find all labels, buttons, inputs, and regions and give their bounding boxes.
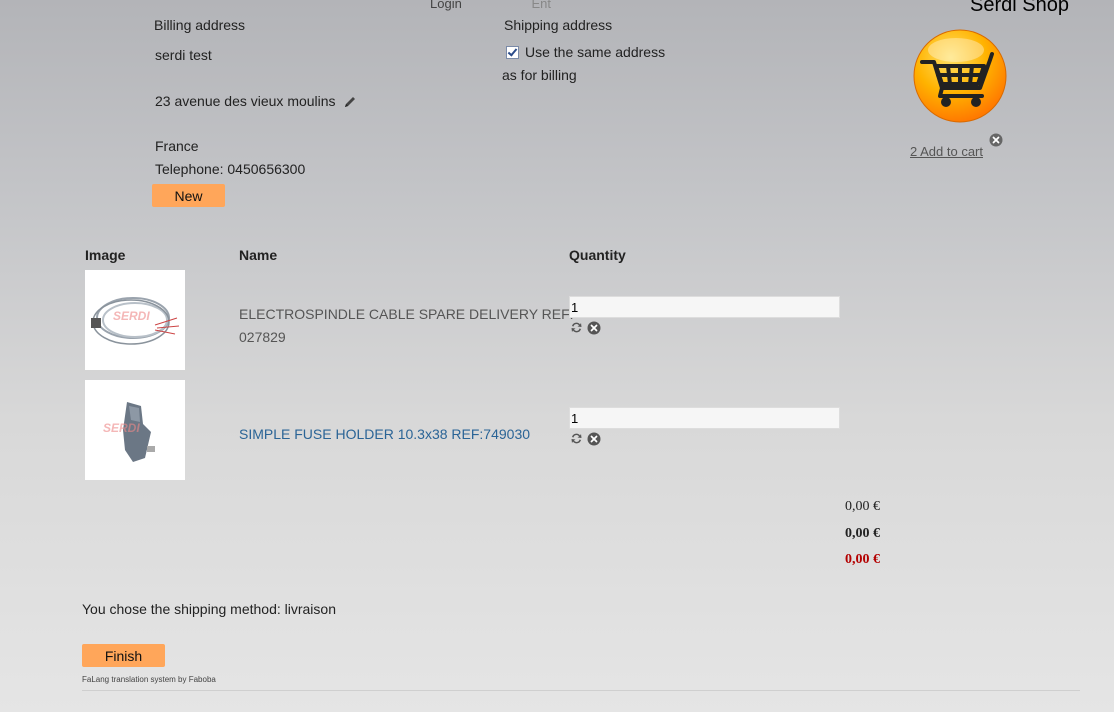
top-nav: Login Ent [430, 0, 617, 11]
refresh-icon[interactable] [570, 432, 587, 448]
total-value: 0,00 € [845, 552, 880, 567]
cart-remove-icon[interactable] [989, 133, 1003, 147]
billing-street-row: 23 avenue des vieux moulins [155, 93, 357, 112]
col-header-name: Name [239, 247, 278, 263]
product-name-cable: ELECTROSPINDLE CABLE SPARE DELIVERY REF:… [239, 303, 574, 349]
shipping-cost-value: 0,00 € [845, 526, 880, 541]
remove-icon[interactable] [587, 321, 601, 337]
quantity-input-fuse-holder[interactable] [569, 407, 840, 429]
svg-text:SERDI: SERDI [113, 309, 150, 323]
footer-credit[interactable]: FaLang translation system by Faboba [82, 675, 216, 684]
product-image-cable[interactable]: SERDI [85, 270, 185, 370]
col-header-image: Image [85, 247, 126, 263]
shop-title: Serdi Shop [970, 0, 1069, 16]
new-address-button[interactable]: New [152, 184, 225, 207]
subtotal-value: 0,00 € [845, 499, 880, 514]
billing-telephone: Telephone: 0450656300 [155, 161, 306, 177]
edit-pencil-icon[interactable] [343, 95, 357, 112]
footer-divider [82, 690, 1080, 691]
billing-heading: Billing address [154, 17, 246, 33]
billing-country: France [155, 138, 199, 154]
row-actions-cable [570, 321, 601, 337]
col-header-quantity: Quantity [569, 247, 626, 263]
billing-street: 23 avenue des vieux moulins [155, 93, 336, 109]
same-address-label-2: as for billing [502, 67, 577, 83]
billing-name: serdi test [155, 47, 212, 63]
shipping-method-text: You chose the shipping method: livraison [82, 601, 336, 617]
product-name-cable-line1: ELECTROSPINDLE CABLE SPARE DELIVERY REF: [239, 306, 574, 322]
row-actions-fuse-holder [570, 432, 601, 448]
same-address-row: Use the same address [506, 44, 665, 60]
add-to-cart-link[interactable]: 2 Add to cart [910, 144, 983, 159]
shipping-heading: Shipping address [504, 17, 613, 33]
remove-icon[interactable] [587, 432, 601, 448]
finish-button[interactable]: Finish [82, 644, 165, 667]
refresh-icon[interactable] [570, 321, 587, 337]
nav-item-2[interactable]: Ent [531, 0, 551, 11]
shopping-cart-icon[interactable] [912, 28, 1008, 124]
same-address-label-1: Use the same address [525, 44, 666, 60]
product-name-fuse-holder[interactable]: SIMPLE FUSE HOLDER 10.3x38 REF:749030 [239, 426, 530, 442]
product-image-fuse-holder[interactable]: SERDI [85, 380, 185, 480]
svg-text:SERDI: SERDI [103, 421, 140, 435]
quantity-input-cable[interactable] [569, 296, 840, 318]
product-name-cable-line2: 027829 [239, 329, 286, 345]
nav-login[interactable]: Login [430, 0, 462, 11]
same-address-checkbox[interactable] [506, 46, 519, 59]
